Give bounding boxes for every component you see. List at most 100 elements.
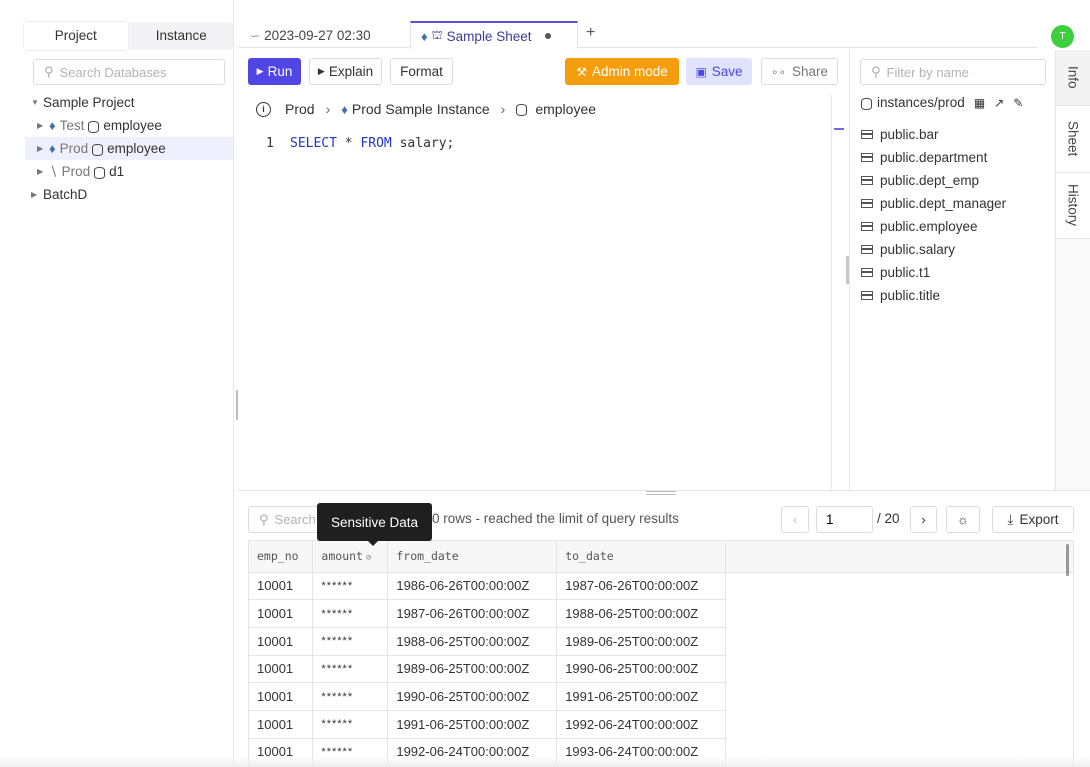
external-link-icon[interactable]: ↗ [994, 96, 1004, 110]
cell[interactable]: 10001 [249, 599, 314, 628]
breadcrumb-instance[interactable]: Prod Sample Instance [352, 101, 490, 117]
tab-sample-sheet[interactable]: ♦ ⛫ Sample Sheet [410, 21, 578, 49]
cell[interactable]: 1991-06-25T00:00:00Z [387, 710, 558, 739]
cell[interactable]: 1989-06-25T00:00:00Z [387, 655, 558, 684]
share-button[interactable]: ∘∘ Share [761, 58, 838, 85]
table-row[interactable]: 10001 ****** 1991-06-25T00:00:00Z 1992-06-2… [249, 710, 1073, 739]
cell[interactable]: 1992-06-24T00:00:00Z [556, 710, 727, 739]
table-item[interactable]: public.title [861, 284, 1006, 307]
cell[interactable]: 10001 [249, 655, 314, 684]
info-icon[interactable]: i [256, 101, 271, 117]
cell[interactable]: 1987-06-26T00:00:00Z [556, 572, 727, 601]
table-item[interactable]: public.bar [861, 123, 1006, 146]
tab-instance[interactable]: Instance [130, 22, 234, 50]
results-resize-handle[interactable] [646, 491, 676, 495]
caret-right-icon[interactable]: ▶ [37, 167, 49, 176]
cell[interactable]: 1991-06-25T00:00:00Z [556, 682, 727, 711]
format-button[interactable]: Format [390, 58, 453, 85]
column-header-emp-no[interactable]: emp_no [249, 541, 314, 573]
admin-mode-button[interactable]: ⚒ Admin mode [565, 58, 679, 85]
project-icon: ⛫ [431, 28, 443, 42]
sidebar-resize-handle[interactable] [236, 390, 238, 420]
cell[interactable]: ****** [312, 572, 389, 601]
tab-history[interactable]: History [1056, 173, 1090, 239]
cell[interactable]: 1988-06-25T00:00:00Z [556, 599, 727, 628]
table-item[interactable]: public.salary [861, 238, 1006, 261]
wrench-icon: ⚒ [576, 64, 587, 79]
unsaved-dot-icon[interactable] [545, 33, 552, 39]
cell[interactable]: 1986-06-26T00:00:00Z [387, 572, 558, 601]
caret-right-icon[interactable]: ▶ [37, 121, 49, 130]
cell[interactable]: 1987-06-26T00:00:00Z [387, 599, 558, 628]
column-header-to-date[interactable]: to_date [556, 541, 727, 573]
table-item[interactable]: public.dept_emp [861, 169, 1006, 192]
tab-project[interactable]: Project [24, 22, 128, 50]
table-name: public.dept_manager [880, 196, 1007, 211]
cell[interactable]: 10001 [249, 710, 314, 739]
bottom-edge [0, 757, 1090, 767]
tab-sheet[interactable]: Sheet [1056, 105, 1090, 173]
sql-code[interactable]: SELECT * FROM salary; [290, 136, 454, 151]
cell[interactable]: ****** [312, 710, 389, 739]
cell[interactable]: 10001 [249, 682, 314, 711]
caret-down-icon[interactable]: ▼ [31, 98, 43, 107]
tab-sheet-date[interactable]: ∽ 2023-09-27 02:30 [250, 22, 371, 49]
database-search-input[interactable] [59, 64, 210, 80]
tab-info[interactable]: Info [1056, 50, 1090, 105]
database-search[interactable]: ⚲ [33, 59, 225, 85]
table-item[interactable]: public.t1 [861, 261, 1006, 284]
cell[interactable]: 10001 [249, 572, 314, 601]
tree-project[interactable]: ▼ Sample Project [25, 91, 233, 114]
breadcrumb-database[interactable]: employee [535, 101, 596, 117]
column-header-from-date[interactable]: from_date [387, 541, 558, 573]
table-filter[interactable]: ⚲ [860, 59, 1046, 85]
cell[interactable]: 1988-06-25T00:00:00Z [387, 627, 558, 656]
code-rest: salary; [391, 136, 455, 151]
table-row[interactable]: 10001 ****** 1990-06-25T00:00:00Z 1991-06-2… [249, 682, 1073, 711]
prev-page-button[interactable]: ‹ [781, 506, 809, 533]
project-name: Sample Project [43, 95, 135, 110]
eye-off-icon[interactable]: ⊘ [366, 553, 371, 563]
table-filter-input[interactable] [886, 64, 1027, 80]
tree-item[interactable]: ▶ ∖ Prod d1 [25, 160, 233, 183]
avatar[interactable]: T [1051, 25, 1074, 48]
sensitive-toggle-button[interactable]: ☼ [946, 506, 980, 533]
table-row[interactable]: 10001 ****** 1988-06-25T00:00:00Z 1989-06-2… [249, 627, 1073, 656]
table-item[interactable]: public.department [861, 146, 1006, 169]
cell[interactable]: ****** [312, 599, 389, 628]
sql-editor[interactable]: 1 SELECT * FROM salary; [240, 128, 830, 488]
cell[interactable]: ****** [312, 655, 389, 684]
breadcrumb-env[interactable]: Prod [285, 101, 315, 117]
schema-diagram-icon[interactable]: ▦ [974, 96, 985, 110]
cell[interactable]: 1990-06-25T00:00:00Z [387, 682, 558, 711]
column-filler [725, 541, 1073, 573]
add-tab-button[interactable]: + [586, 24, 595, 42]
table-row[interactable]: 10001 ****** 1987-06-26T00:00:00Z 1988-06-2… [249, 599, 1073, 628]
grid-scrollbar[interactable] [1066, 544, 1069, 576]
export-button[interactable]: ⤓ Export [992, 506, 1074, 533]
next-page-button[interactable]: › [910, 506, 937, 533]
cell[interactable]: ****** [312, 682, 389, 711]
tree-project[interactable]: ▶ BatchD [25, 183, 233, 206]
cell[interactable]: 1990-06-25T00:00:00Z [556, 655, 727, 684]
table-row[interactable]: 10001 ****** 1986-06-26T00:00:00Z 1987-06-2… [249, 572, 1073, 601]
save-button[interactable]: ▣ Save [686, 58, 752, 85]
cell[interactable]: ****** [312, 627, 389, 656]
table-icon [861, 245, 873, 254]
explain-button[interactable]: ▶ Explain [309, 58, 382, 85]
caret-right-icon[interactable]: ▶ [37, 144, 49, 153]
table-item[interactable]: public.dept_manager [861, 192, 1006, 215]
table-item[interactable]: public.employee [861, 215, 1006, 238]
run-button[interactable]: ▶ Run [248, 58, 301, 85]
tree-item[interactable]: ▶ ♦ Test employee [25, 114, 233, 137]
edit-icon[interactable]: ✎ [1013, 96, 1023, 110]
caret-right-icon[interactable]: ▶ [31, 190, 43, 199]
keyword-from: FROM [360, 136, 392, 151]
cell[interactable]: 1989-06-25T00:00:00Z [556, 627, 727, 656]
database-icon [92, 143, 104, 156]
export-label: Export [1019, 512, 1059, 527]
cell[interactable]: 10001 [249, 627, 314, 656]
tree-item-selected[interactable]: ▶ ♦ Prod employee [25, 137, 233, 160]
table-row[interactable]: 10001 ****** 1989-06-25T00:00:00Z 1990-06-2… [249, 655, 1073, 684]
page-number-input[interactable] [816, 506, 873, 533]
